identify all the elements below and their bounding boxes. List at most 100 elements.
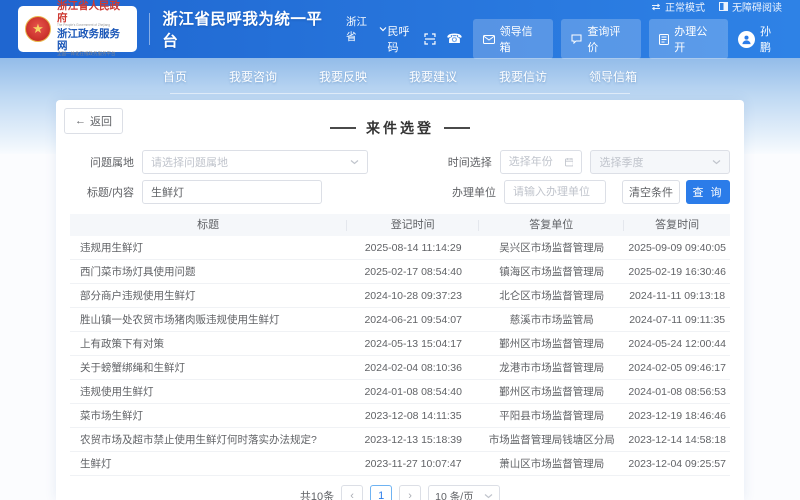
results-table: 标题 登记时间 答复单位 答复时间 违规用生鲜灯2025-08-14 11:14… — [70, 214, 730, 476]
page-title: 来件选登 — [366, 118, 434, 138]
row-title[interactable]: 农贸市场及超市禁止使用生鲜灯何时落实办法规定? — [70, 432, 347, 447]
filter-row-2: 标题/内容 办理单位 清空条件 查 询 — [70, 180, 730, 204]
gov-subtitle: The People's Government of Zhejiang — [57, 24, 123, 27]
unit-input[interactable] — [513, 186, 597, 198]
table-row[interactable]: 生鲜灯2023-11-27 10:07:47萧山区市场监督管理局2023-12-… — [70, 452, 730, 476]
content-card: ← 返回 来件选登 问题属地 请选择问题属地 时间选择 选择季度 标题/内容 — [56, 100, 744, 500]
nav-item-3[interactable]: 我要反映 — [319, 68, 367, 85]
row-title[interactable]: 胜山镇一处农贸市场猪肉贩违规使用生鲜灯 — [70, 312, 347, 327]
service-subtitle: 全国一体化在线政务服务平台 — [57, 52, 130, 57]
swap-icon — [651, 3, 661, 11]
table-header: 标题 登记时间 答复单位 答复时间 — [70, 214, 730, 236]
row-reply-time: 2025-02-19 16:30:46 — [624, 266, 730, 278]
row-title[interactable]: 违规用生鲜灯 — [70, 240, 347, 255]
header-utility-row: 正常模式 无障碍阅读 — [651, 0, 782, 14]
mode-toggle-label: 正常模式 — [665, 0, 705, 14]
nav-item-6[interactable]: 领导信箱 — [589, 68, 637, 85]
row-reg-time: 2023-12-13 15:18:39 — [347, 434, 479, 446]
row-title[interactable]: 违规使用生鲜灯 — [70, 384, 347, 399]
title-dash — [330, 127, 356, 129]
time-filter-label: 时间选择 — [428, 154, 492, 170]
region-filter-select[interactable]: 请选择问题属地 — [142, 150, 368, 174]
row-reg-time: 2024-06-21 09:54:07 — [347, 314, 479, 326]
chevron-down-icon — [712, 159, 721, 165]
chevron-down-icon — [379, 26, 387, 32]
year-picker[interactable] — [500, 150, 583, 174]
header-buttons: 领导信箱查询评价办理公开 — [473, 19, 729, 59]
back-arrow-icon: ← — [75, 115, 86, 127]
table-row[interactable]: 违规使用生鲜灯2024-01-08 08:54:40鄞州区市场监督管理局2024… — [70, 380, 730, 404]
header-button-2[interactable]: 查询评价 — [561, 19, 641, 59]
main-nav: 首页 我要咨询 我要反映 我要建议 我要信访 领导信箱 — [0, 58, 800, 94]
row-reply-unit: 吴兴区市场监督管理局 — [479, 240, 624, 255]
service-title: 浙江政务服务网 — [57, 29, 130, 52]
nav-item-2[interactable]: 我要咨询 — [229, 68, 277, 85]
row-title[interactable]: 菜市场生鲜灯 — [70, 408, 347, 423]
row-title[interactable]: 生鲜灯 — [70, 456, 347, 471]
quarter-select[interactable]: 选择季度 — [590, 150, 730, 174]
mode-toggle[interactable]: 正常模式 — [651, 0, 705, 14]
table-row[interactable]: 违规用生鲜灯2025-08-14 11:14:29吴兴区市场监督管理局2025-… — [70, 236, 730, 260]
back-button[interactable]: ← 返回 — [64, 108, 123, 134]
table-row[interactable]: 农贸市场及超市禁止使用生鲜灯何时落实办法规定?2023-12-13 15:18:… — [70, 428, 730, 452]
region-filter-placeholder: 请选择问题属地 — [151, 154, 350, 170]
back-label: 返回 — [90, 113, 112, 129]
table-row[interactable]: 西门菜市场灯具使用问题2025-02-17 08:54:40镇海区市场监督管理局… — [70, 260, 730, 284]
row-reply-unit: 镇海区市场监督管理局 — [479, 264, 624, 279]
national-emblem-icon: ★ — [25, 16, 51, 42]
row-reply-time: 2024-11-11 09:13:18 — [624, 290, 730, 302]
gov-logo[interactable]: ★ 浙江省人民政府 The People's Government of Zhe… — [18, 6, 137, 52]
row-reply-time: 2023-12-14 14:58:18 — [624, 434, 730, 446]
accessibility-icon — [719, 2, 728, 11]
row-title[interactable]: 上有政策下有对策 — [70, 336, 347, 351]
row-title[interactable]: 关于螃蟹绑绳和生鲜灯 — [70, 360, 347, 375]
keyword-field[interactable] — [142, 180, 322, 204]
row-reg-time: 2025-02-17 08:54:40 — [347, 266, 479, 278]
table-row[interactable]: 胜山镇一处农贸市场猪肉贩违规使用生鲜灯2024-06-21 09:54:07慈溪… — [70, 308, 730, 332]
calendar-icon — [565, 157, 574, 167]
row-title[interactable]: 西门菜市场灯具使用问题 — [70, 264, 347, 279]
avatar — [738, 31, 755, 48]
table-row[interactable]: 上有政策下有对策2024-05-13 15:04:17鄞州区市场监督管理局202… — [70, 332, 730, 356]
region-label: 浙江省 — [346, 14, 377, 44]
header-button-3[interactable]: 办理公开 — [649, 19, 728, 59]
prev-page-button[interactable]: ‹ — [341, 485, 363, 500]
keyword-input[interactable] — [151, 186, 313, 198]
unit-field[interactable] — [504, 180, 606, 204]
nav-item-1[interactable]: 首页 — [163, 68, 187, 85]
row-title[interactable]: 部分商户违规使用生鲜灯 — [70, 288, 347, 303]
search-button[interactable]: 查 询 — [686, 180, 730, 204]
table-row[interactable]: 关于螃蟹绑绳和生鲜灯2024-02-04 08:10:36龙港市市场监督管理局2… — [70, 356, 730, 380]
row-reg-time: 2024-10-28 09:37:23 — [347, 290, 479, 302]
phone-icon[interactable]: ☎ — [446, 31, 462, 47]
table-row[interactable]: 部分商户违规使用生鲜灯2024-10-28 09:37:23北仑区市场监督管理局… — [70, 284, 730, 308]
col-reply-time: 答复时间 — [624, 220, 730, 231]
filter-panel: 问题属地 请选择问题属地 时间选择 选择季度 标题/内容 办理单位 — [70, 150, 730, 204]
col-reg-time: 登记时间 — [347, 220, 479, 231]
accessibility-toggle[interactable]: 无障碍阅读 — [719, 0, 782, 14]
keyword-filter-label: 标题/内容 — [70, 184, 134, 200]
row-reg-time: 2025-08-14 11:14:29 — [347, 242, 479, 254]
clear-filters-button[interactable]: 清空条件 — [622, 180, 680, 204]
row-reg-time: 2024-01-08 08:54:40 — [347, 386, 479, 398]
col-title: 标题 — [70, 220, 347, 231]
row-reply-unit: 市场监督管理局钱塘区分局 — [479, 432, 624, 447]
row-reply-time: 2023-12-19 18:46:46 — [624, 410, 730, 422]
logo-texts: 浙江省人民政府 The People's Government of Zheji… — [57, 1, 130, 57]
year-input[interactable] — [509, 156, 565, 168]
next-page-button[interactable]: › — [399, 485, 421, 500]
minhu-code[interactable]: 民呼码 — [387, 23, 436, 55]
user-name: 孙鹏 — [760, 23, 782, 55]
region-selector[interactable]: 浙江省 — [346, 14, 387, 44]
nav-item-5[interactable]: 我要信访 — [499, 68, 547, 85]
row-reply-time: 2024-07-11 09:11:35 — [624, 314, 730, 326]
header-button-1[interactable]: 领导信箱 — [473, 19, 554, 59]
current-page[interactable]: 1 — [370, 485, 392, 500]
table-row[interactable]: 菜市场生鲜灯2023-12-08 14:11:35平阳县市场监督管理局2023-… — [70, 404, 730, 428]
user-menu[interactable]: 孙鹏 — [738, 23, 782, 55]
comment-icon — [571, 34, 582, 44]
nav-item-4[interactable]: 我要建议 — [409, 68, 457, 85]
row-reply-time: 2025-09-09 09:40:05 — [624, 242, 730, 254]
page-size-select[interactable]: 10 条/页 — [428, 485, 500, 500]
row-reply-time: 2024-05-24 12:00:44 — [624, 338, 730, 350]
